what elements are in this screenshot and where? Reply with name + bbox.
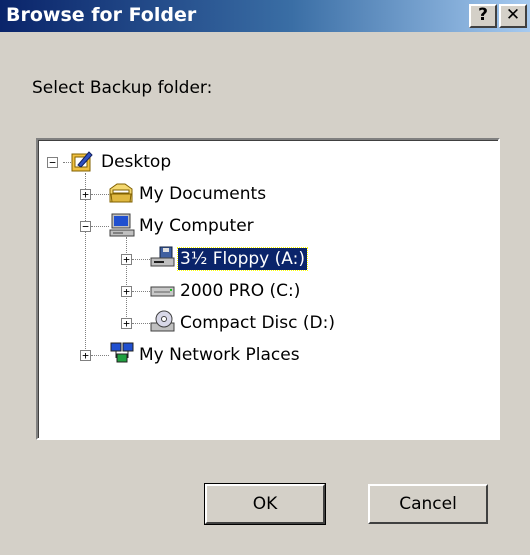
title-bar[interactable]: Browse for Folder ? ✕	[0, 0, 530, 32]
cancel-button[interactable]: Cancel	[368, 484, 488, 524]
tree-connector	[91, 194, 109, 195]
desktop-icon	[71, 151, 93, 172]
tree-connector	[126, 237, 127, 327]
cd-drive-icon	[150, 310, 175, 332]
tree-connector	[132, 259, 150, 260]
tree-item-label: Compact Disc (D:)	[180, 313, 335, 333]
collapse-icon[interactable]: −	[80, 221, 91, 232]
network-places-icon	[110, 342, 134, 363]
tree-connector	[91, 355, 109, 356]
window-title: Browse for Folder	[6, 4, 197, 26]
computer-icon	[109, 213, 135, 237]
hard-drive-icon	[150, 286, 175, 297]
tree-item-label: Desktop	[101, 152, 172, 172]
ok-button[interactable]: OK	[204, 483, 326, 525]
tree-item-label-selected: 3½ Floppy (A:)	[177, 247, 308, 271]
expand-icon[interactable]: +	[80, 189, 91, 200]
expand-icon[interactable]: +	[121, 318, 132, 329]
tree-item-label: My Network Places	[139, 345, 300, 365]
tree-item-label: My Computer	[139, 216, 254, 236]
expand-icon[interactable]: +	[80, 350, 91, 361]
browse-for-folder-dialog: Browse for Folder ? ✕ Select Backup fold…	[0, 0, 530, 555]
collapse-icon[interactable]: −	[47, 157, 58, 168]
tree-connector	[132, 323, 150, 324]
folder-documents-icon	[109, 183, 133, 203]
expand-icon[interactable]: +	[121, 254, 132, 265]
help-button[interactable]: ?	[469, 4, 497, 28]
floppy-drive-icon	[150, 246, 175, 267]
tree-item-label: My Documents	[139, 184, 267, 204]
folder-tree-viewport: − Desktop + My Documents − My Computer +…	[38, 140, 498, 438]
tree-connector	[132, 291, 150, 292]
expand-icon[interactable]: +	[121, 286, 132, 297]
tree-connector	[91, 226, 109, 227]
tree-item-label: 2000 PRO (C:)	[180, 281, 301, 301]
prompt-label: Select Backup folder:	[32, 78, 213, 98]
folder-tree[interactable]: − Desktop + My Documents − My Computer +…	[36, 138, 500, 440]
close-button[interactable]: ✕	[499, 4, 527, 28]
tree-connector	[63, 162, 71, 163]
